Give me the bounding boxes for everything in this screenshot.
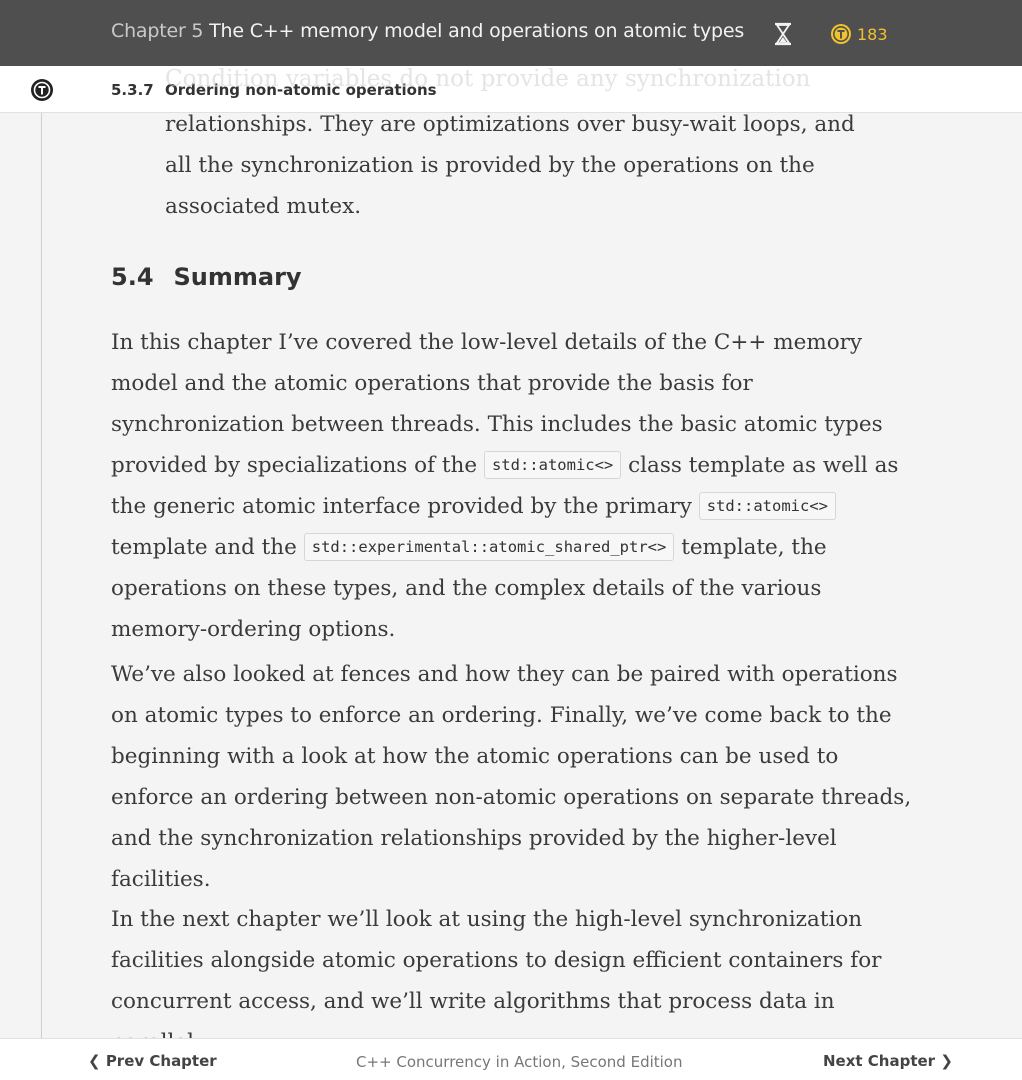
chapter-prefix: Chapter 5 (111, 20, 204, 42)
inline-code: std::atomic<> (698, 492, 837, 520)
chapter-title: The C++ memory model and operations on a… (209, 20, 745, 42)
heading-number: 5.4 (111, 263, 154, 291)
summary-paragraph-1: In this chapter I’ve covered the low-lev… (111, 322, 921, 650)
prev-chapter-label: Prev Chapter (105, 1052, 217, 1070)
section-bar: 5.3.7 Ordering non-atomic operations (0, 66, 1022, 113)
token-count: 183 (857, 24, 888, 44)
text-run: template and the (111, 535, 297, 560)
heading-title: Summary (173, 263, 302, 291)
section-number: 5.3.7 (111, 81, 154, 99)
intro-paragraph: relationships. They are optimizations ov… (165, 113, 855, 219)
token-icon (831, 24, 851, 44)
prev-chapter-button[interactable]: ❮ Prev Chapter (88, 1052, 217, 1070)
top-header: Chapter 5 The C++ memory model and opera… (0, 0, 1022, 66)
section-heading: 5.4 Summary (111, 263, 302, 291)
chevron-left-icon: ❮ (88, 1052, 101, 1070)
section-logo-icon[interactable] (30, 78, 54, 102)
footer-nav: ❮ Prev Chapter C++ Concurrency in Action… (0, 1038, 1022, 1080)
next-chapter-label: Next Chapter (823, 1052, 936, 1070)
reading-pane[interactable]: relationships. They are optimizations ov… (0, 113, 1022, 1038)
summary-paragraph-2: We’ve also looked at fences and how they… (111, 662, 912, 892)
book-title: C++ Concurrency in Action, Second Editio… (356, 1053, 683, 1071)
next-chapter-button[interactable]: Next Chapter ❯ (823, 1052, 953, 1070)
summary-paragraph-3: In the next chapter we’ll look at using … (111, 907, 882, 1038)
token-balance[interactable]: 183 (830, 22, 888, 46)
section-title-link[interactable]: Ordering non-atomic operations (165, 81, 437, 99)
hourglass-icon[interactable] (771, 22, 795, 46)
chapter-heading: Chapter 5 The C++ memory model and opera… (111, 20, 744, 42)
chevron-right-icon: ❯ (940, 1052, 953, 1070)
inline-code: std::experimental::atomic_shared_ptr<> (303, 533, 675, 561)
inline-code: std::atomic<> (483, 451, 622, 479)
